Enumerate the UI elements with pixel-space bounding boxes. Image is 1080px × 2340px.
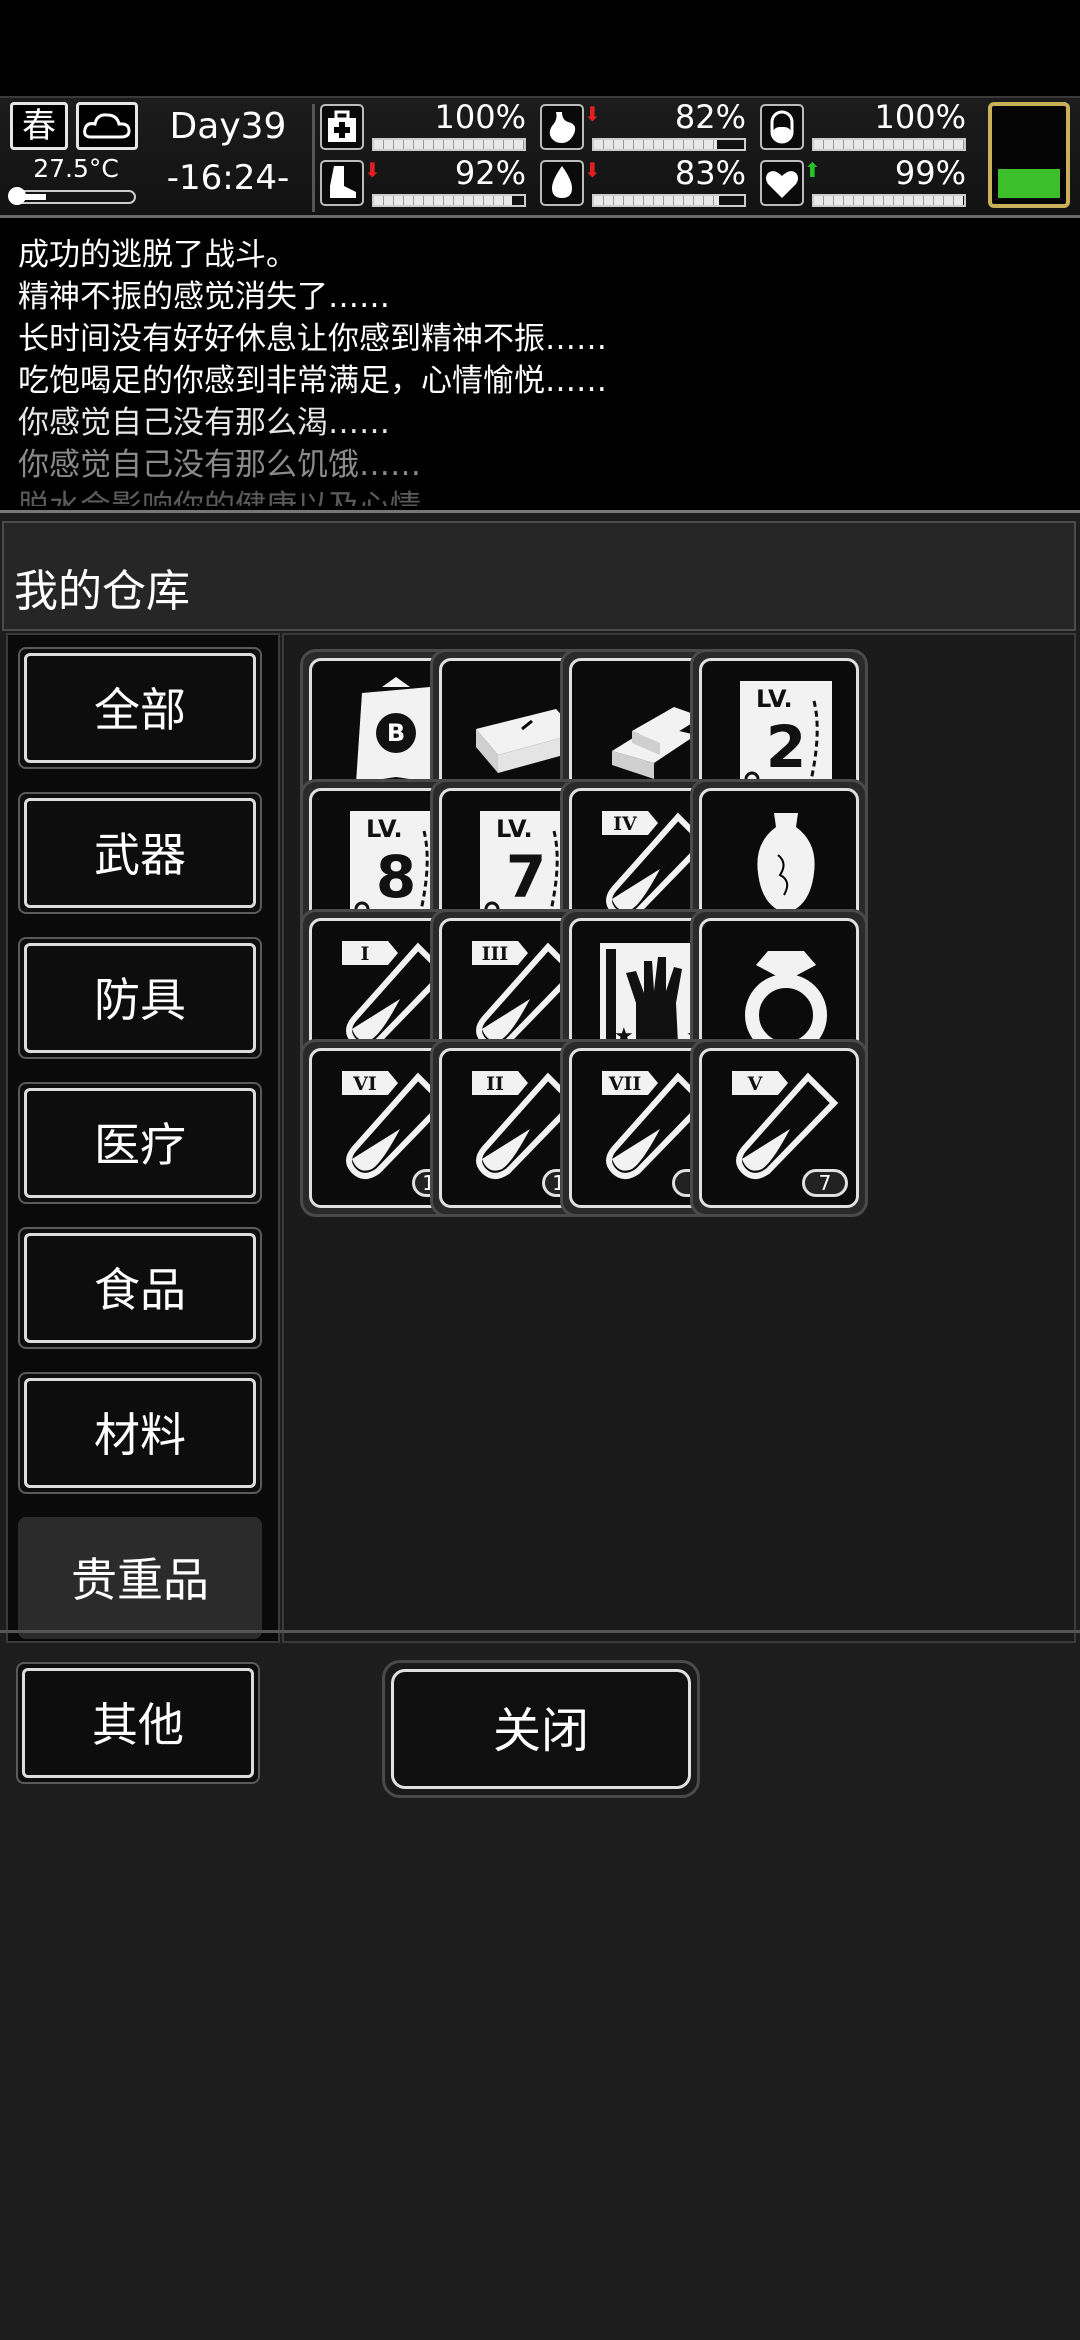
log-line: 长时间没有好好休息让你感到精神不振…… xyxy=(18,321,607,357)
thirst-stat: ⬇ 83% xyxy=(540,154,750,210)
arrow-down-icon: ⬇ xyxy=(584,102,601,126)
log-line: 你感觉自己没有那么饥饿…… xyxy=(18,447,421,483)
hunger-stat: ⬇ 82% xyxy=(540,98,750,154)
medkit-icon xyxy=(320,104,364,150)
thermometer-bar xyxy=(8,187,136,205)
svg-text:2: 2 xyxy=(766,713,806,781)
svg-text:B: B xyxy=(387,719,405,747)
stamina-value: 92% xyxy=(454,154,526,192)
day-counter: Day39 xyxy=(169,106,287,147)
svg-text:8: 8 xyxy=(376,843,416,911)
category-weapons[interactable]: 武器 xyxy=(18,792,262,914)
category-label: 贵重品 xyxy=(71,1553,209,1607)
log-line: 脱水会影响你的健康以及心情…… xyxy=(18,486,1080,506)
svg-text:IV: IV xyxy=(613,813,638,835)
arrow-up-icon: ⬆ xyxy=(804,158,821,182)
boot-icon xyxy=(320,160,364,206)
svg-text:II: II xyxy=(486,1073,504,1095)
category-list[interactable]: 全部 武器 防具 医疗 食品 材料 贵重品 xyxy=(6,633,280,1643)
category-label: 其他 xyxy=(22,1668,254,1778)
svg-text:VII: VII xyxy=(608,1073,642,1095)
close-button[interactable]: 关闭 xyxy=(382,1660,700,1798)
item-grid[interactable]: B614823LV.21LV.81LV.71IV915I6III7★★999+6… xyxy=(282,633,1076,1643)
pill-icon xyxy=(760,104,804,150)
svg-text:7: 7 xyxy=(506,843,546,911)
category-food[interactable]: 食品 xyxy=(18,1227,262,1349)
arrow-down-icon: ⬇ xyxy=(364,158,381,182)
mood-value: 99% xyxy=(894,154,966,192)
category-label: 食品 xyxy=(24,1233,256,1343)
svg-text:I: I xyxy=(361,943,370,965)
item-count: 7 xyxy=(802,1169,848,1197)
hunger-value: 82% xyxy=(674,98,746,136)
rest-bar xyxy=(812,138,966,151)
category-medical[interactable]: 医疗 xyxy=(18,1082,262,1204)
svg-text:LV.: LV. xyxy=(496,815,533,843)
status-bar: 春 27.5°C Day39 -16:24- 100% ⬇ 82% 100% ⬇… xyxy=(0,96,1080,218)
stamina-bar xyxy=(372,194,526,207)
rest-value: 100% xyxy=(874,98,966,136)
category-label: 材料 xyxy=(24,1378,256,1488)
log-line: 吃饱喝足的你感到非常满足，心情愉悦…… xyxy=(18,363,607,399)
svg-text:LV.: LV. xyxy=(756,685,793,713)
svg-text:VI: VI xyxy=(352,1073,377,1095)
category-armor[interactable]: 防具 xyxy=(18,937,262,1059)
close-label: 关闭 xyxy=(391,1669,691,1789)
category-materials[interactable]: 材料 xyxy=(18,1372,262,1494)
svg-text:V: V xyxy=(747,1073,764,1095)
heart-icon xyxy=(760,160,804,206)
thirst-bar xyxy=(592,194,746,207)
category-label: 武器 xyxy=(24,798,256,908)
category-label: 全部 xyxy=(24,653,256,763)
log-line: 成功的逃脱了战斗。 xyxy=(18,237,297,273)
category-label: 医疗 xyxy=(24,1088,256,1198)
category-valuables[interactable]: 贵重品 xyxy=(18,1517,262,1639)
panel-title: 我的仓库 xyxy=(14,566,190,617)
category-other[interactable]: 其他 xyxy=(16,1662,260,1784)
warehouse-panel: 我的仓库 全部 武器 防具 医疗 食品 材料 贵重品 B614823LV.21L… xyxy=(0,510,1080,2340)
energy-gauge[interactable] xyxy=(988,102,1070,208)
message-log[interactable]: 成功的逃脱了战斗。 精神不振的感觉消失了…… 长时间没有好好休息让你感到精神不振… xyxy=(0,222,1080,506)
log-line: 你感觉自己没有那么渴…… xyxy=(18,405,390,441)
panel-header: 我的仓库 xyxy=(2,521,1076,631)
mood-bar xyxy=(812,194,966,207)
health-value: 100% xyxy=(434,98,526,136)
category-label: 防具 xyxy=(24,943,256,1053)
svg-text:III: III xyxy=(482,943,509,965)
category-all[interactable]: 全部 xyxy=(18,647,262,769)
thirst-value: 83% xyxy=(674,154,746,192)
mood-stat: ⬆ 99% xyxy=(760,154,970,210)
health-stat: 100% xyxy=(320,98,530,154)
log-line: 精神不振的感觉消失了…… xyxy=(18,279,390,315)
water-drop-icon xyxy=(540,160,584,206)
season-badge: 春 xyxy=(10,102,68,150)
inventory-slot[interactable]: V7 xyxy=(690,1039,868,1217)
divider xyxy=(0,1630,1080,1633)
rest-stat: 100% xyxy=(760,98,970,154)
hunger-bar xyxy=(592,138,746,151)
svg-text:LV.: LV. xyxy=(366,815,403,843)
temperature: 27.5°C xyxy=(33,154,119,183)
stomach-icon xyxy=(540,104,584,150)
cloud-icon xyxy=(76,102,138,150)
health-bar xyxy=(372,138,526,151)
game-time: -16:24- xyxy=(166,158,290,198)
arrow-down-icon: ⬇ xyxy=(584,158,601,182)
divider xyxy=(312,104,315,212)
stamina-stat: ⬇ 92% xyxy=(320,154,530,210)
